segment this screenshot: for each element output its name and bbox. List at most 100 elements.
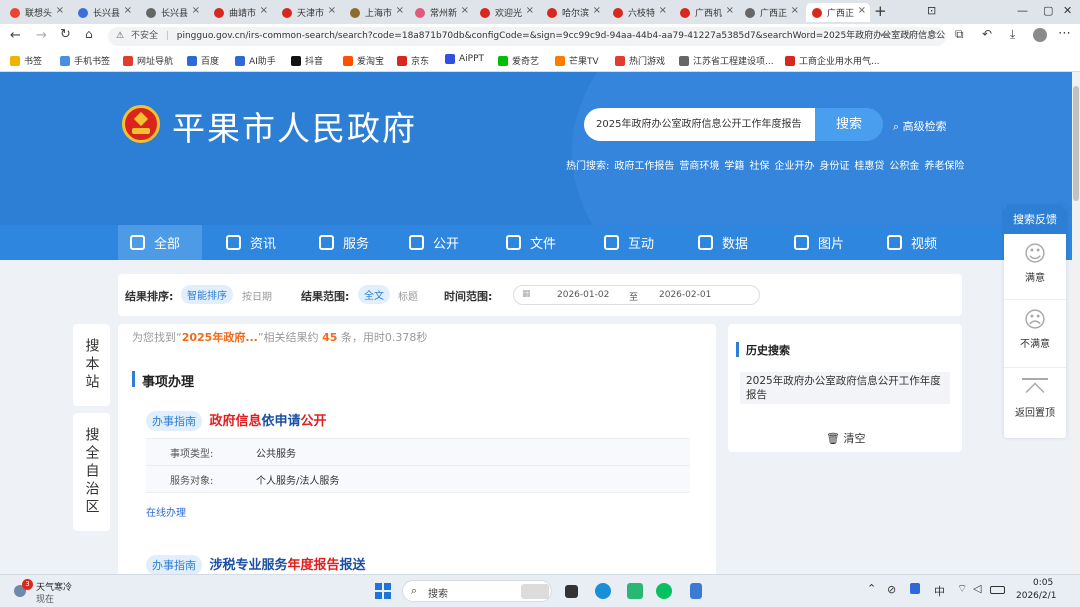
bookmark-item[interactable]: 芒果TV <box>555 54 599 67</box>
start-button[interactable] <box>375 583 391 599</box>
nav-tab[interactable]: 资讯 <box>214 225 292 260</box>
edge-icon[interactable] <box>595 583 611 599</box>
bookmark-item[interactable]: 百度 <box>187 54 219 67</box>
hot-search-link[interactable]: 营商环境 <box>679 157 719 173</box>
ime-indicator[interactable]: 中 <box>934 583 945 599</box>
bookmark-item[interactable]: 江苏省工程建设项... <box>679 54 774 67</box>
bookmark-item[interactable]: AiPPT <box>445 54 484 64</box>
window-search-icon[interactable]: ⊡ <box>927 4 936 17</box>
clock-date[interactable]: 2026/2/1 <box>1016 591 1056 601</box>
browser-tab[interactable]: 上海市 × <box>344 3 408 22</box>
tab-close-icon[interactable]: × <box>124 5 132 16</box>
taskbar-search[interactable]: ⌕ 搜索 <box>402 580 552 602</box>
window-minimize-icon[interactable]: — <box>1017 4 1028 17</box>
search-region-button[interactable]: 搜全自治区 <box>73 413 110 531</box>
nav-tab[interactable]: 视频 <box>875 225 955 260</box>
online-apply-link[interactable]: 在线办理 <box>146 504 690 519</box>
window-close-icon[interactable]: ✕ <box>1063 4 1072 17</box>
hot-search-link[interactable]: 身份证 <box>819 157 849 173</box>
browser-tab[interactable]: 天津市 × <box>276 3 340 22</box>
bookmark-item[interactable]: 网址导航 <box>123 54 173 67</box>
hot-search-link[interactable]: 社保 <box>749 157 769 173</box>
new-tab-button[interactable]: + <box>874 2 887 20</box>
forward-icon[interactable]: → <box>36 28 47 43</box>
menu-icon[interactable]: ⋯ <box>1058 26 1071 41</box>
tab-close-icon[interactable]: × <box>791 5 799 16</box>
hot-search-link[interactable]: 公积金 <box>889 157 919 173</box>
tray-security-icon[interactable] <box>910 583 920 594</box>
bookmark-item[interactable]: 工商企业用水用气... <box>785 54 880 67</box>
bookmark-item[interactable]: 京东 <box>397 54 429 67</box>
hot-search-link[interactable]: 政府工作报告 <box>614 157 674 173</box>
search-button[interactable]: 搜索 <box>815 108 883 141</box>
nav-tab[interactable]: 数据 <box>686 225 764 260</box>
tray-chevron-icon[interactable]: ⌃ <box>867 582 876 595</box>
tab-close-icon[interactable]: × <box>396 5 404 16</box>
tab-close-icon[interactable]: × <box>461 5 469 16</box>
browser-tab[interactable]: 联想头 × <box>4 3 68 22</box>
clear-history-button[interactable]: 🗑 清空 <box>826 430 865 446</box>
bookmark-item[interactable]: 爱淘宝 <box>343 54 384 67</box>
bookmark-item[interactable]: 热门游戏 <box>615 54 665 67</box>
tab-close-icon[interactable]: × <box>593 5 601 16</box>
wifi-icon[interactable]: ⌔ <box>957 582 967 596</box>
browser-tab[interactable]: 曲靖市 × <box>208 3 272 22</box>
result-title-link[interactable]: 政府信息依申请公开 <box>210 414 327 429</box>
extensions-icon[interactable]: ⧉ <box>955 27 964 42</box>
hot-search-link[interactable]: 养老保险 <box>924 157 964 173</box>
tab-close-icon[interactable]: × <box>726 5 734 16</box>
browser-tab[interactable]: 哈尔滨 × <box>541 3 605 22</box>
scrollbar-thumb[interactable] <box>1073 86 1079 201</box>
tab-close-icon[interactable]: × <box>526 5 534 16</box>
app-monitor-icon[interactable] <box>627 583 643 599</box>
sort-date-option[interactable]: 按日期 <box>242 288 272 303</box>
browser-tab[interactable]: 六枝特 × <box>607 3 671 22</box>
tab-close-icon[interactable]: × <box>328 5 336 16</box>
search-site-button[interactable]: 搜本站 <box>73 324 110 406</box>
tab-close-icon[interactable]: × <box>659 5 667 16</box>
tab-close-icon[interactable]: × <box>56 5 64 16</box>
satisfied-button[interactable]: ☺ 满意 <box>1004 234 1066 300</box>
browser-tab[interactable]: 广西机 × <box>674 3 738 22</box>
search-input[interactable]: 2025年政府办公室政府信息公开工作年度报告 <box>584 108 820 141</box>
bookmark-item[interactable]: 书签 <box>10 54 42 67</box>
url-field[interactable]: ⚠ 不安全 | pingguo.gov.cn/irs-common-search… <box>108 27 946 46</box>
back-icon[interactable]: ← <box>10 28 21 43</box>
nav-tab[interactable]: 全部 <box>118 225 202 260</box>
back-to-top-button[interactable]: 返回置顶 <box>1004 378 1066 448</box>
volume-icon[interactable]: ◁ <box>973 582 981 595</box>
nav-tab[interactable]: 文件 <box>494 225 578 260</box>
reload-icon[interactable]: ↻ <box>60 27 71 42</box>
nav-tab[interactable]: 互动 <box>592 225 672 260</box>
hot-search-link[interactable]: 学籍 <box>724 157 744 173</box>
hot-search-link[interactable]: 企业开办 <box>774 157 814 173</box>
profile-icon[interactable] <box>1033 28 1047 42</box>
scope-title-option[interactable]: 标题 <box>398 288 418 303</box>
nav-tab[interactable]: 图片 <box>782 225 860 260</box>
flash-icon[interactable]: ϟ <box>905 28 912 41</box>
clock-time[interactable]: 0:05 <box>1033 578 1053 588</box>
browser-tab[interactable]: 长兴县 × <box>72 3 136 22</box>
bookmark-item[interactable]: 手机书签 <box>60 54 110 67</box>
browser-tab[interactable]: 长兴县 × <box>140 3 204 22</box>
bookmark-item[interactable]: 爱奇艺 <box>498 54 539 67</box>
window-maximize-icon[interactable]: ▢ <box>1043 4 1053 17</box>
unsatisfied-button[interactable]: ☹ 不满意 <box>1004 300 1066 368</box>
bookmark-item[interactable]: 抖音 <box>291 54 323 67</box>
browser-tab[interactable]: 广西正 × <box>806 3 870 22</box>
tool-icon[interactable] <box>690 583 702 599</box>
history-item[interactable]: 2025年政府办公室政府信息公开工作年度报告 <box>740 372 950 404</box>
battery-icon[interactable] <box>990 586 1005 594</box>
task-view-icon[interactable] <box>565 585 578 598</box>
tray-app-icon[interactable]: ⊘ <box>887 583 896 596</box>
wechat-icon[interactable] <box>656 583 672 599</box>
browser-tab[interactable]: 欢迎光 × <box>474 3 538 22</box>
weather-widget[interactable]: 3 天气寒冷 现在 <box>12 579 92 605</box>
date-range-picker[interactable]: ▦ 2026-01-02 至 2026-02-01 <box>513 285 760 305</box>
star-icon[interactable]: ☆ <box>927 27 938 41</box>
hot-search-link[interactable]: 桂惠贷 <box>854 157 884 173</box>
tab-close-icon[interactable]: × <box>192 5 200 16</box>
browser-tab[interactable]: 常州新 × <box>409 3 473 22</box>
result-title-link[interactable]: 涉税专业服务年度报告报送 <box>210 558 366 573</box>
scope-fulltext-option[interactable]: 全文 <box>358 285 390 304</box>
